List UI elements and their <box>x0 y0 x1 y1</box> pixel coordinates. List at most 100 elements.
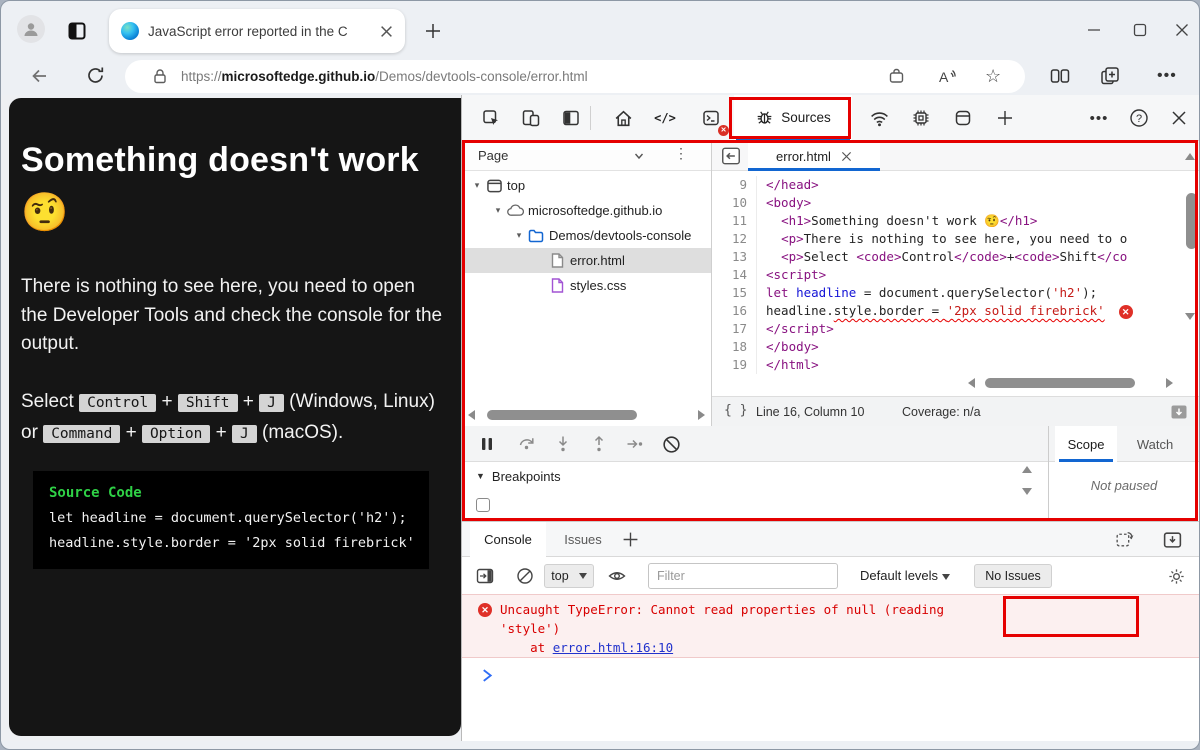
code-line-12[interactable]: 12 <p>There is nothing to see here, you … <box>712 230 1199 248</box>
welcome-home-icon[interactable] <box>608 103 638 133</box>
line-number[interactable]: 15 <box>712 284 756 302</box>
pause-icon[interactable] <box>474 432 500 456</box>
line-number[interactable]: 11 <box>712 212 756 230</box>
step-over-icon[interactable] <box>514 432 540 456</box>
line-number[interactable]: 18 <box>712 338 756 356</box>
tree-item-error-html[interactable]: error.html <box>462 248 711 273</box>
tree-item-demos-devtools-console[interactable]: ▾Demos/devtools-console <box>462 223 711 248</box>
lock-icon[interactable] <box>151 67 169 85</box>
tree-expander-icon[interactable]: ▾ <box>512 230 526 241</box>
editor-hscrollbar[interactable] <box>968 376 1173 390</box>
navigator-hscrollbar[interactable] <box>468 408 705 422</box>
address-bar[interactable]: https://microsoftedge.github.io/Demos/de… <box>125 60 1025 93</box>
tab-console[interactable]: Console <box>470 522 546 557</box>
step-icon[interactable] <box>622 432 648 456</box>
code-line-16[interactable]: 16headline.style.border = '2px solid fir… <box>712 302 1199 320</box>
no-issues-button[interactable]: No Issues <box>974 564 1052 588</box>
scroll-thumb[interactable] <box>985 378 1135 388</box>
settings-more-icon[interactable]: ••• <box>1157 67 1177 85</box>
drawer-add-tab-icon[interactable] <box>622 531 639 548</box>
close-drawer-icon[interactable] <box>1162 529 1183 550</box>
focus-page-icon[interactable] <box>556 103 586 133</box>
default-levels-dropdown[interactable]: Default levels <box>860 568 950 583</box>
tab-issues[interactable]: Issues <box>554 522 612 557</box>
code-line-19[interactable]: 19</html> <box>712 356 1199 374</box>
application-icon[interactable] <box>948 103 978 133</box>
window-close-button[interactable] <box>1167 17 1197 43</box>
tree-item-styles-css[interactable]: styles.css <box>462 273 711 298</box>
expand-triangle-icon[interactable]: ▼ <box>476 471 485 481</box>
line-number[interactable]: 12 <box>712 230 756 248</box>
tab-scope[interactable]: Scope <box>1055 426 1117 462</box>
network-icon[interactable] <box>864 103 894 133</box>
tab-watch[interactable]: Watch <box>1125 426 1185 462</box>
navigator-tab-page[interactable]: Page <box>478 148 508 163</box>
collections-icon[interactable] <box>1099 65 1121 87</box>
pretty-print-button[interactable]: { } <box>724 403 747 418</box>
line-number[interactable]: 10 <box>712 194 756 212</box>
back-button[interactable] <box>29 65 51 87</box>
console-icon[interactable]: ✕ <box>696 103 726 133</box>
console-settings-gear-icon[interactable] <box>1163 564 1189 588</box>
reload-button[interactable] <box>85 65 106 86</box>
code-line-17[interactable]: 17</script> <box>712 320 1199 338</box>
code-view[interactable]: 9</head>10<body>11 <h1>Something doesn't… <box>712 171 1199 374</box>
maximize-button[interactable] <box>1125 17 1155 43</box>
device-emulation-icon[interactable] <box>516 103 546 133</box>
editor-tab-error-html[interactable]: error.html <box>748 141 880 171</box>
scroll-right-arrow[interactable] <box>1166 378 1173 388</box>
code-line-13[interactable]: 13 <p>Select <code>Control</code>+<code>… <box>712 248 1199 266</box>
line-number[interactable]: 14 <box>712 266 756 284</box>
elements-icon[interactable]: </> <box>650 103 680 133</box>
tree-item-top[interactable]: ▾top <box>462 173 711 198</box>
editor-tab-close-icon[interactable] <box>841 151 852 162</box>
tree-expander-icon[interactable]: ▾ <box>491 205 505 216</box>
scroll-left-arrow[interactable] <box>968 378 975 388</box>
tab-close-icon[interactable] <box>380 25 393 38</box>
devtools-more-icon[interactable]: ••• <box>1084 103 1114 133</box>
tab-actions-icon[interactable] <box>65 19 89 43</box>
code-line-11[interactable]: 11 <h1>Something doesn't work 🤨</h1> <box>712 212 1199 230</box>
read-aloud-icon[interactable]: A <box>937 67 957 87</box>
undock-drawer-icon[interactable] <box>1114 529 1135 550</box>
code-line-9[interactable]: 9</head> <box>712 176 1199 194</box>
navigator-back-icon[interactable] <box>720 145 742 167</box>
scroll-up-arrow[interactable] <box>1185 153 1195 160</box>
minimize-button[interactable] <box>1079 17 1109 43</box>
code-line-15[interactable]: 15let headline = document.querySelector(… <box>712 284 1199 302</box>
deactivate-breakpoints-icon[interactable] <box>658 432 684 456</box>
console-sidebar-icon[interactable] <box>472 564 498 588</box>
scroll-left-arrow[interactable] <box>468 410 475 420</box>
console-prompt-chevron[interactable] <box>480 668 495 683</box>
line-number[interactable]: 9 <box>712 176 756 194</box>
scroll-up-arrow[interactable] <box>1022 466 1032 473</box>
app-install-icon[interactable] <box>887 67 906 86</box>
more-tools-plus-icon[interactable] <box>990 103 1020 133</box>
step-out-icon[interactable] <box>586 432 612 456</box>
tab-sources[interactable]: Sources <box>734 95 852 140</box>
kebab-menu-icon[interactable]: ⋮ <box>674 145 688 162</box>
context-selector[interactable]: top <box>544 564 594 588</box>
filter-input[interactable] <box>648 563 838 589</box>
split-screen-icon[interactable] <box>1049 65 1071 87</box>
scroll-down-arrow[interactable] <box>1185 313 1195 320</box>
stack-frame-link[interactable]: error.html:16:10 <box>553 640 673 655</box>
download-icon[interactable] <box>1169 402 1189 422</box>
live-expression-eye-icon[interactable] <box>604 564 630 588</box>
inspect-icon[interactable] <box>476 103 506 133</box>
help-icon[interactable]: ? <box>1124 103 1154 133</box>
line-number[interactable]: 13 <box>712 248 756 266</box>
browser-tab[interactable]: JavaScript error reported in the C <box>109 9 405 53</box>
code-line-18[interactable]: 18</body> <box>712 338 1199 356</box>
profile-avatar[interactable] <box>17 15 45 43</box>
new-tab-button[interactable] <box>423 21 445 43</box>
code-line-14[interactable]: 14<script> <box>712 266 1199 284</box>
tree-expander-icon[interactable]: ▾ <box>470 180 484 191</box>
line-number[interactable]: 17 <box>712 320 756 338</box>
editor-vscroll-thumb[interactable] <box>1186 193 1197 249</box>
devtools-close-icon[interactable] <box>1164 103 1194 133</box>
breakpoints-section[interactable]: ▼ Breakpoints <box>462 462 1048 490</box>
line-number[interactable]: 19 <box>712 356 756 374</box>
clear-console-icon[interactable] <box>512 564 538 588</box>
code-line-10[interactable]: 10<body> <box>712 194 1199 212</box>
